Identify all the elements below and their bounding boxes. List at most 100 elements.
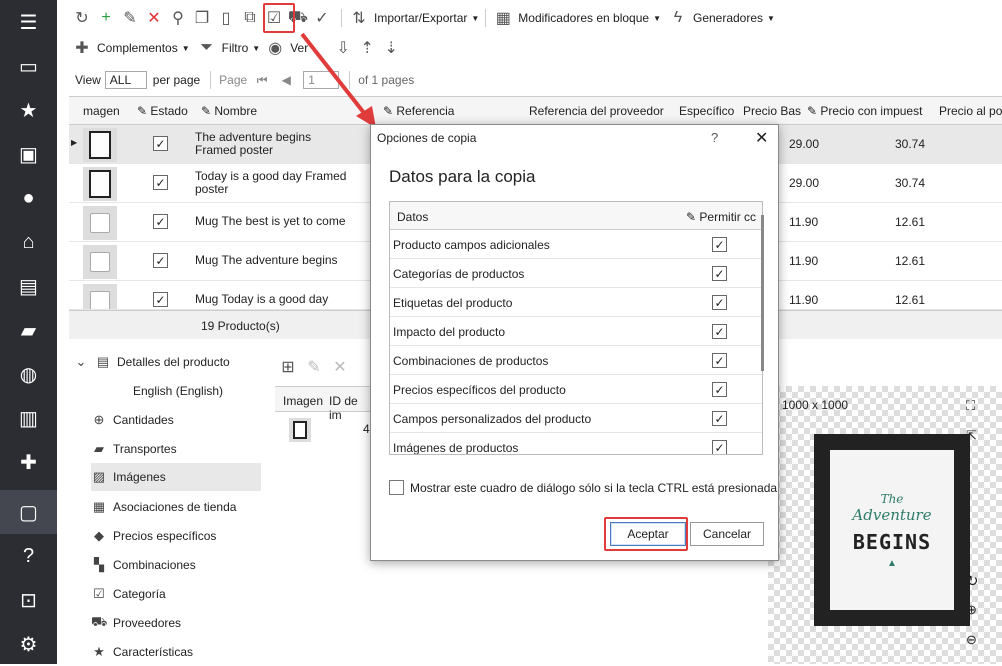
base-price[interactable]: 29.00: [789, 176, 819, 190]
paste-icon[interactable]: ▯: [215, 7, 237, 29]
image-thumbnail[interactable]: [289, 418, 311, 442]
product-name[interactable]: Mug The adventure begins: [195, 254, 355, 267]
import-export-button[interactable]: Importar/Exportar: [374, 11, 467, 25]
col-name[interactable]: ✎ Nombre: [201, 104, 257, 118]
table-row[interactable]: Precios específicos del producto ✓: [390, 375, 762, 404]
base-price[interactable]: 29.00: [789, 137, 819, 151]
prev-page-icon[interactable]: ◀: [275, 69, 297, 91]
product-name[interactable]: Mug The best is yet to come: [195, 215, 355, 228]
delete-icon[interactable]: ✕: [143, 7, 165, 29]
product-name[interactable]: Today is a good day Framed poster: [195, 170, 355, 196]
add-image-icon[interactable]: ⊞: [277, 356, 299, 378]
price-tax[interactable]: 12.61: [895, 254, 925, 268]
product-name[interactable]: Mug Today is a good day: [195, 293, 355, 306]
puzzle-icon[interactable]: ✚: [0, 440, 57, 484]
chart-icon[interactable]: ▥: [0, 396, 57, 440]
zoom-in-icon[interactable]: ⊕: [966, 602, 977, 618]
status-checkbox[interactable]: ✓: [153, 175, 168, 190]
user-icon[interactable]: ●: [0, 176, 57, 220]
basket-icon[interactable]: ⌂: [0, 220, 57, 264]
allow-checkbox[interactable]: ✓: [712, 440, 727, 454]
col-base-price[interactable]: Precio Bas: [743, 104, 801, 118]
status-checkbox[interactable]: ✓: [153, 136, 168, 151]
box-icon[interactable]: ▣: [0, 132, 57, 176]
actual-size-icon[interactable]: ⛶: [966, 398, 975, 414]
table-row[interactable]: Impacto del producto ✓: [390, 317, 762, 346]
tree-item-shop-associations[interactable]: ▦ Asociaciones de tienda: [91, 495, 237, 519]
allow-checkbox[interactable]: ✓: [712, 411, 727, 426]
base-price[interactable]: 11.90: [789, 215, 818, 229]
close-button[interactable]: ✕: [755, 128, 768, 148]
col-image-id[interactable]: ID de im: [329, 394, 370, 422]
allow-checkbox[interactable]: ✓: [712, 295, 727, 310]
col-specific[interactable]: Específico: [679, 104, 734, 118]
table-row[interactable]: Campos personalizados del producto ✓: [390, 404, 762, 433]
base-price[interactable]: 11.90: [789, 293, 818, 307]
col-reference[interactable]: ✎ Referencia: [383, 104, 454, 118]
refresh-icon[interactable]: ↻: [71, 7, 93, 29]
tree-item-combinations[interactable]: ▚ Combinaciones: [91, 553, 196, 577]
tree-item-category[interactable]: ☑ Categoría: [91, 582, 166, 606]
truck-icon[interactable]: ▰: [0, 308, 57, 352]
rotate-icon[interactable]: ↻: [966, 572, 979, 590]
col-data[interactable]: Datos: [397, 210, 428, 224]
allow-checkbox[interactable]: ✓: [712, 324, 727, 339]
search-icon[interactable]: ⚲: [167, 7, 189, 29]
globe-icon[interactable]: ◍: [0, 352, 57, 396]
help-icon[interactable]: ?: [0, 534, 57, 578]
addons-button[interactable]: Complementos: [97, 41, 178, 55]
scrollbar[interactable]: [761, 215, 764, 371]
gear-icon[interactable]: ⚙: [0, 622, 57, 666]
chat-icon[interactable]: ▤: [0, 264, 57, 308]
col-image[interactable]: magen: [83, 104, 120, 118]
tree-item-quantities[interactable]: ⊕ Cantidades: [91, 408, 174, 432]
col-allow[interactable]: ✎ Permitir cc: [686, 210, 756, 224]
col-final-price[interactable]: Precio al po: [939, 104, 1002, 118]
table-row[interactable]: Combinaciones de productos ✓: [390, 346, 762, 375]
edit-icon[interactable]: ✎: [119, 7, 141, 29]
base-price[interactable]: 11.90: [789, 254, 818, 268]
status-checkbox[interactable]: ✓: [153, 253, 168, 268]
generators-button[interactable]: Generadores: [693, 11, 763, 25]
ctrl-only-option[interactable]: Mostrar este cuadro de diálogo sólo si l…: [389, 480, 777, 495]
table-row[interactable]: Categorías de productos ✓: [390, 259, 762, 288]
table-row[interactable]: Producto campos adicionales ✓: [390, 230, 762, 259]
allow-checkbox[interactable]: ✓: [712, 382, 727, 397]
allow-checkbox[interactable]: ✓: [712, 353, 727, 368]
tree-item-images[interactable]: ▨ Imágenes: [91, 463, 261, 491]
cancel-button[interactable]: Cancelar: [690, 522, 764, 546]
first-page-icon[interactable]: ⏮: [251, 69, 273, 91]
copy-options-icon[interactable]: ⧉: [239, 7, 261, 29]
price-tax[interactable]: 30.74: [895, 137, 925, 151]
price-tax[interactable]: 12.61: [895, 215, 925, 229]
allow-checkbox[interactable]: ✓: [712, 237, 727, 252]
note-check-icon[interactable]: ✓: [311, 7, 333, 29]
col-supplier-ref[interactable]: Referencia del proveedor: [529, 104, 664, 118]
lock-icon[interactable]: ⊡: [0, 578, 57, 622]
zoom-out-icon[interactable]: ⊖: [966, 632, 977, 648]
allow-checkbox[interactable]: ✓: [712, 266, 727, 281]
view-select[interactable]: ALL: [104, 71, 147, 89]
tree-item-suppliers[interactable]: ⛟ Proveedores: [91, 611, 181, 635]
status-checkbox[interactable]: ✓: [153, 292, 168, 307]
copy-icon[interactable]: ❐: [191, 7, 213, 29]
col-status[interactable]: ✎ Estado: [137, 104, 188, 118]
star-icon[interactable]: ★: [0, 88, 57, 132]
tree-language[interactable]: English (English): [133, 379, 223, 403]
ctrl-only-checkbox[interactable]: [389, 480, 404, 495]
table-row[interactable]: Imágenes de productos ✓: [390, 433, 762, 454]
col-price-tax[interactable]: ✎ Precio con impuest: [807, 104, 922, 118]
archive-icon[interactable]: ▢: [0, 490, 57, 534]
tree-item-features[interactable]: ★ Características: [91, 640, 193, 664]
filter-button[interactable]: Filtro: [222, 41, 249, 55]
price-tax[interactable]: 12.61: [895, 293, 925, 307]
store-icon[interactable]: ▭: [0, 44, 57, 88]
edit-image-icon[interactable]: ✎: [303, 356, 325, 378]
help-button[interactable]: ?: [711, 130, 718, 145]
add-icon[interactable]: +: [95, 7, 117, 29]
delete-image-icon[interactable]: ✕: [329, 356, 351, 378]
table-row[interactable]: Etiquetas del producto ✓: [390, 288, 762, 317]
price-tax[interactable]: 30.74: [895, 176, 925, 190]
tree-item-specific-prices[interactable]: ◆ Precios específicos: [91, 524, 216, 548]
tree-root[interactable]: ⌄ ▤ Detalles del producto: [73, 350, 230, 374]
